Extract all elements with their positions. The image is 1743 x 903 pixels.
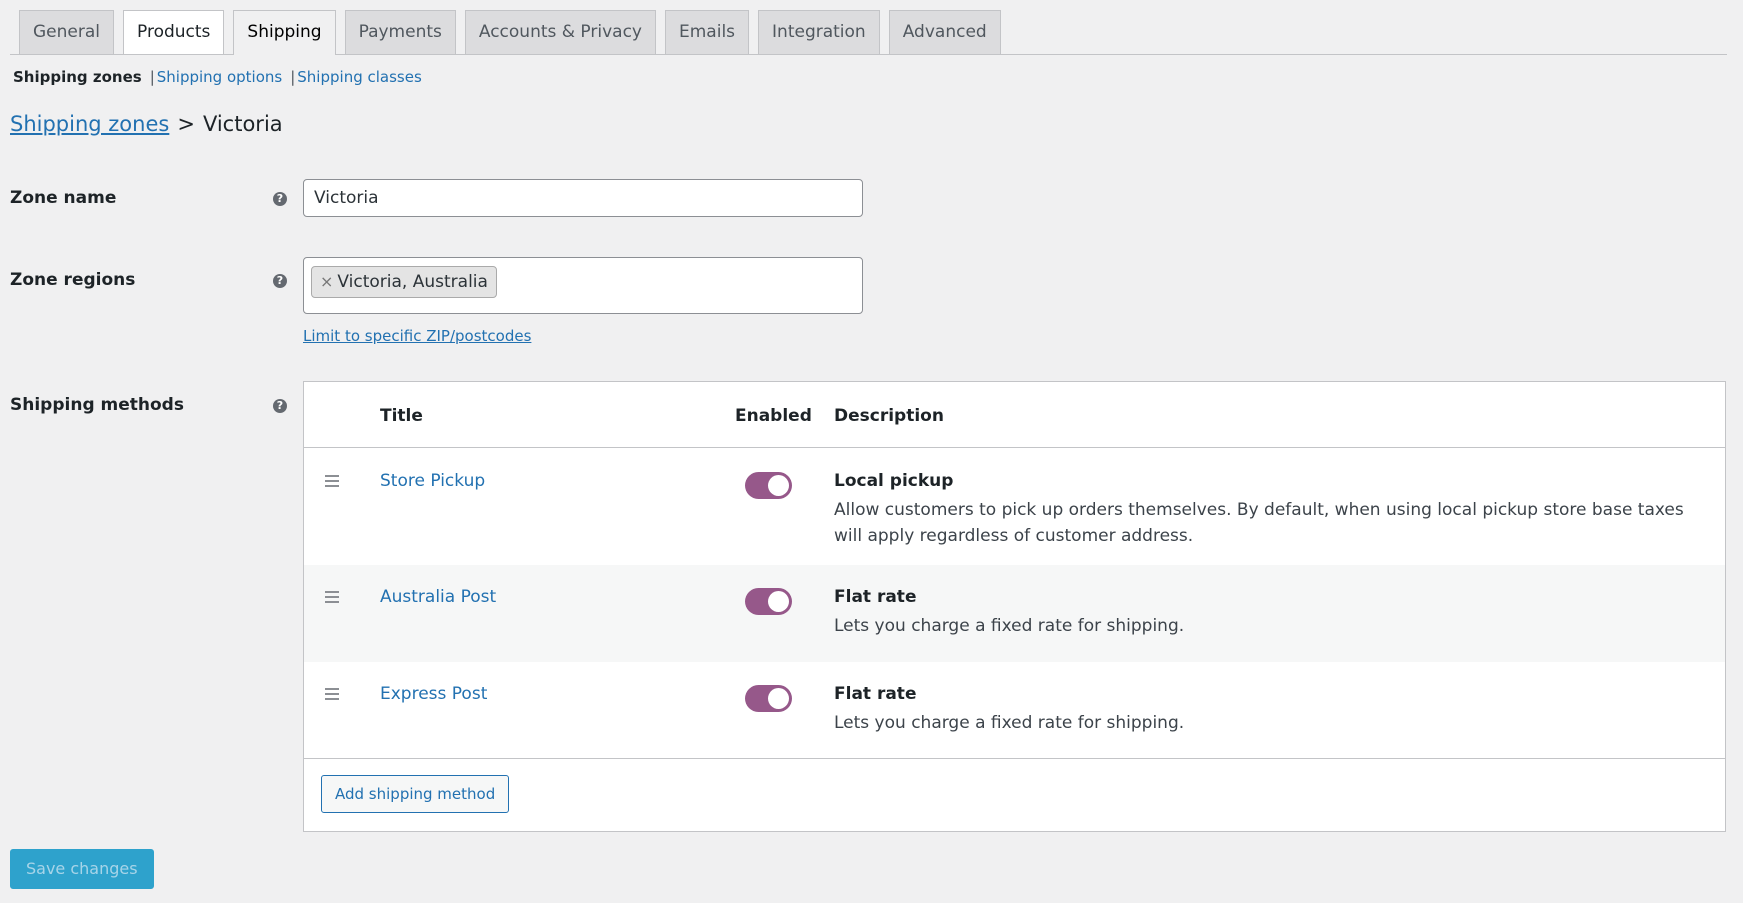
tab-emails[interactable]: Emails <box>665 10 750 54</box>
help-icon[interactable]: ? <box>273 399 287 413</box>
table-header: Title Enabled Description <box>304 382 1725 448</box>
breadcrumb-shipping-zones-link[interactable]: Shipping zones <box>10 112 169 136</box>
help-icon[interactable]: ? <box>273 192 287 206</box>
shipping-methods-label: Shipping methods <box>10 395 184 415</box>
zone-regions-select[interactable]: × Victoria, Australia <box>303 257 863 314</box>
enabled-toggle[interactable] <box>745 472 792 499</box>
table-row: Store Pickup Local pickup Allow customer… <box>304 449 1725 565</box>
tab-integration[interactable]: Integration <box>758 10 880 54</box>
enabled-toggle[interactable] <box>745 588 792 615</box>
method-title-link[interactable]: Australia Post <box>380 587 496 607</box>
zone-name-label: Zone name <box>10 188 117 208</box>
add-shipping-method-button[interactable]: Add shipping method <box>321 775 510 813</box>
region-chip: × Victoria, Australia <box>311 266 497 298</box>
table-footer: Add shipping method <box>304 758 1725 831</box>
subnav-shipping-classes[interactable]: Shipping classes <box>297 68 421 86</box>
drag-handle-icon[interactable] <box>325 688 339 703</box>
method-type: Local pickup <box>834 471 954 491</box>
method-type: Flat rate <box>834 587 917 607</box>
breadcrumb-current: Victoria <box>202 112 283 136</box>
column-description-header: Description <box>834 406 944 426</box>
breadcrumb: Shipping zones > Victoria <box>10 112 283 136</box>
settings-tabs: General Products Shipping Payments Accou… <box>19 10 1010 55</box>
method-description: Allow customers to pick up orders themse… <box>834 500 1684 546</box>
enabled-toggle[interactable] <box>745 685 792 712</box>
zone-regions-label: Zone regions <box>10 270 136 290</box>
table-row: Express Post Flat rate Lets you charge a… <box>304 662 1725 759</box>
column-title-header: Title <box>380 406 423 426</box>
table-row: Australia Post Flat rate Lets you charge… <box>304 565 1725 662</box>
shipping-methods-table: Title Enabled Description Store Pickup L… <box>303 381 1726 832</box>
subnav-separator: | <box>290 68 296 86</box>
subnav-shipping-options[interactable]: Shipping options <box>157 68 282 86</box>
remove-chip-icon[interactable]: × <box>320 267 333 297</box>
limit-postcodes-link[interactable]: Limit to specific ZIP/postcodes <box>303 327 531 345</box>
tab-shipping[interactable]: Shipping <box>233 10 336 55</box>
method-description: Lets you charge a fixed rate for shippin… <box>834 616 1185 636</box>
method-title-link[interactable]: Store Pickup <box>380 471 485 491</box>
tab-accounts-privacy[interactable]: Accounts & Privacy <box>464 10 656 54</box>
drag-handle-icon[interactable] <box>325 475 339 490</box>
zone-name-input[interactable]: Victoria <box>303 179 863 217</box>
subnav-shipping-zones: Shipping zones <box>13 68 142 86</box>
help-icon[interactable]: ? <box>273 274 287 288</box>
tab-general[interactable]: General <box>19 10 114 54</box>
tab-payments[interactable]: Payments <box>344 10 456 54</box>
subnav-separator: | <box>149 68 155 86</box>
breadcrumb-separator: > <box>177 112 195 136</box>
method-description: Lets you charge a fixed rate for shippin… <box>834 713 1185 733</box>
region-chip-label: Victoria, Australia <box>337 272 488 292</box>
method-title-link[interactable]: Express Post <box>380 684 487 704</box>
method-type: Flat rate <box>834 684 917 704</box>
shipping-subnav: Shipping zones | Shipping options | Ship… <box>13 68 422 86</box>
tab-products[interactable]: Products <box>123 10 225 54</box>
tab-advanced[interactable]: Advanced <box>888 10 1001 54</box>
column-enabled-header: Enabled <box>735 406 812 426</box>
drag-handle-icon[interactable] <box>325 591 339 606</box>
save-changes-button[interactable]: Save changes <box>10 849 154 889</box>
